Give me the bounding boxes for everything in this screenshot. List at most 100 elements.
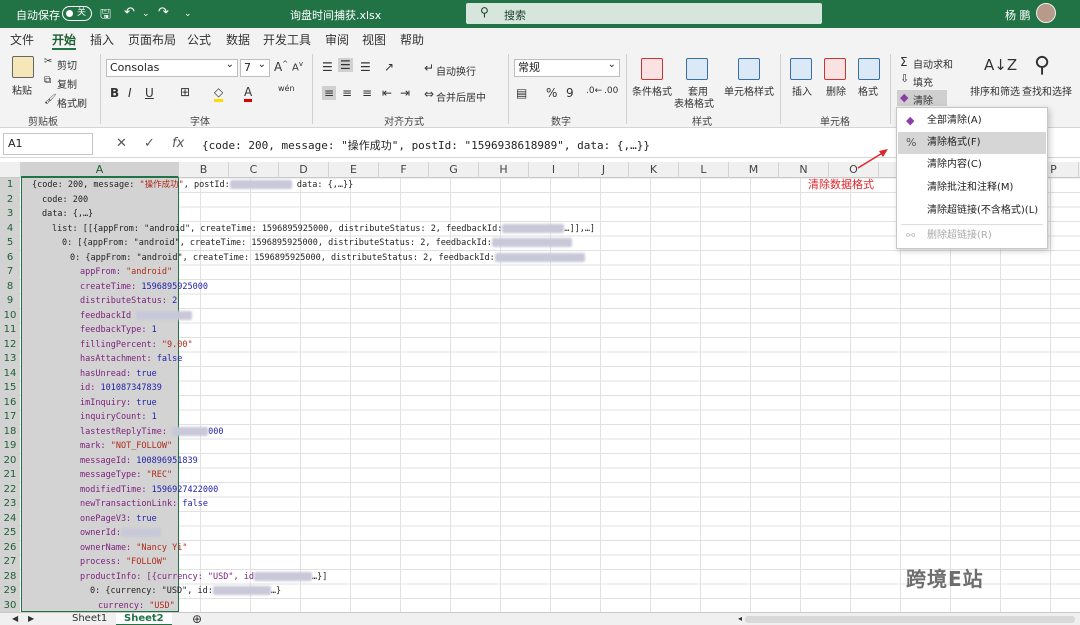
format-cells-icon[interactable] [858, 58, 880, 80]
row-header[interactable]: 4 [0, 221, 20, 236]
undo-dropdown-icon[interactable]: ⌄ [142, 9, 150, 19]
cell-A15[interactable]: id: 101087347839 [80, 381, 162, 395]
autosave-toggle[interactable]: 关 [62, 6, 92, 21]
tab-home[interactable]: 开始 [52, 31, 77, 51]
find-icon[interactable]: ⚲ [1034, 53, 1050, 78]
scroll-right-icon[interactable]: ▶ [20, 613, 42, 625]
format-painter-button[interactable]: 格式刷 [57, 95, 87, 110]
clear-button[interactable]: 清除 [913, 92, 933, 107]
font-size-select[interactable]: 7 [240, 57, 270, 77]
row-header[interactable]: 28 [0, 569, 20, 584]
align-right-icon[interactable]: ≡ [362, 86, 372, 100]
delete-cells-icon[interactable] [824, 58, 846, 80]
column-header-L[interactable]: L [679, 162, 729, 178]
menu-item-clear-all[interactable]: ◆ 全部清除(A) [898, 110, 1046, 132]
formula-input[interactable]: {code: 200, message: "操作成功", postId: "15… [202, 137, 650, 153]
delete-cells-button[interactable]: 删除 [826, 83, 846, 98]
cell-A14[interactable]: hasUnread: true [80, 367, 157, 381]
column-header-H[interactable]: H [479, 162, 529, 178]
cell-A17[interactable]: inquiryCount: 1 [80, 410, 157, 424]
tab-page-layout[interactable]: 页面布局 [128, 31, 176, 48]
undo-icon[interactable]: ↶ [124, 5, 135, 20]
row-header[interactable]: 15 [0, 381, 20, 396]
merge-center-icon[interactable]: ⇔ [424, 87, 434, 101]
tab-file[interactable]: 文件 [10, 31, 34, 48]
user-name[interactable]: 杨 鹏 [1005, 7, 1031, 23]
wrap-text-icon[interactable]: ↵ [424, 61, 434, 75]
row-header[interactable]: 10 [0, 308, 20, 323]
row-header[interactable]: 9 [0, 294, 20, 309]
row-header[interactable]: 13 [0, 352, 20, 367]
cell-A29[interactable]: 0: {currency: "USD", id:…} [90, 584, 281, 598]
underline-icon[interactable]: U [145, 86, 154, 100]
row-header[interactable]: 2 [0, 192, 20, 207]
menu-item-clear-contents[interactable]: 清除内容(C) [898, 154, 1046, 176]
sheet-tab-sheet2[interactable]: Sheet2 [116, 613, 172, 625]
row-header[interactable]: 11 [0, 323, 20, 338]
format-painter-icon[interactable]: 🖌 [44, 94, 57, 105]
find-select-button[interactable]: 查找和选择 [1022, 83, 1072, 98]
fill-color-icon[interactable]: ◇ [214, 85, 224, 102]
tab-insert[interactable]: 插入 [90, 31, 114, 48]
merge-center-button[interactable]: 合并后居中 [436, 89, 486, 104]
phonetic-icon[interactable]: wén [278, 84, 295, 93]
number-format-select[interactable]: 常规 [514, 57, 620, 77]
cell-A24[interactable]: onePageV3: true [80, 512, 157, 526]
cell-A7[interactable]: appFrom: "android" [80, 265, 172, 279]
row-header[interactable]: 3 [0, 207, 20, 222]
row-header[interactable]: 20 [0, 453, 20, 468]
bold-icon[interactable]: B [110, 86, 119, 100]
column-header-C[interactable]: C [229, 162, 279, 178]
cell-A20[interactable]: messageId: 100896951839 [80, 454, 198, 468]
tab-help[interactable]: 帮助 [400, 31, 424, 48]
increase-decimal-icon[interactable]: .0← [586, 86, 602, 96]
align-top-icon[interactable]: ☰ [322, 60, 333, 74]
cell-A8[interactable]: createTime: 1596895925000 [80, 280, 208, 294]
select-all-corner[interactable] [0, 162, 21, 178]
row-header[interactable]: 1 [0, 178, 20, 193]
row-header[interactable]: 27 [0, 555, 20, 570]
table-format-icon[interactable] [686, 58, 708, 80]
row-header[interactable]: 6 [0, 250, 20, 265]
row-header[interactable]: 19 [0, 439, 20, 454]
paste-icon[interactable] [12, 56, 34, 78]
redo-icon[interactable]: ↷ [158, 5, 169, 20]
column-header-K[interactable]: K [629, 162, 679, 178]
borders-icon[interactable]: ⊞ [180, 85, 190, 99]
cell-A1[interactable]: {code: 200, message: "操作成功", postId: dat… [32, 178, 353, 192]
sort-filter-icon[interactable]: A↓Z [984, 56, 1017, 74]
fill-button[interactable]: 填充 [913, 74, 933, 89]
cell-A21[interactable]: messageType: "REC" [80, 468, 172, 482]
align-middle-icon[interactable]: ☰ [338, 58, 353, 72]
cell-A16[interactable]: imInquiry: true [80, 396, 157, 410]
font-color-icon[interactable]: A [244, 85, 253, 102]
decrease-decimal-icon[interactable]: .00 [604, 86, 618, 96]
avatar[interactable] [1036, 3, 1056, 23]
decrease-indent-icon[interactable]: ⇤ [382, 86, 392, 100]
cancel-icon[interactable]: ✕ [116, 136, 127, 151]
eraser-icon[interactable]: ◆ [900, 91, 908, 104]
paste-button[interactable]: 粘贴 [12, 82, 32, 97]
cell-A6[interactable]: 0: {appFrom: "android", createTime: 1596… [70, 251, 585, 265]
cell-A18[interactable]: lastestReplyTime: 000 [80, 425, 223, 439]
cell-A25[interactable]: ownerId: [80, 526, 161, 540]
customize-toolbar-icon[interactable]: ⌄ [184, 9, 192, 19]
cell-A22[interactable]: modifiedTime: 1596927422000 [80, 483, 218, 497]
tab-formulas[interactable]: 公式 [187, 31, 211, 48]
tab-view[interactable]: 视图 [362, 31, 386, 48]
conditional-format-icon[interactable] [641, 58, 663, 80]
tab-developer[interactable]: 开发工具 [263, 31, 311, 48]
column-header-F[interactable]: F [379, 162, 429, 178]
row-header[interactable]: 14 [0, 366, 20, 381]
cell-A27[interactable]: process: "FOLLOW" [80, 555, 167, 569]
align-bottom-icon[interactable]: ☰ [360, 60, 371, 74]
menu-item-clear-formats[interactable]: % 清除格式(F) [898, 132, 1046, 154]
insert-function-icon[interactable]: fx [172, 136, 184, 151]
cell-A9[interactable]: distributeStatus: 2 [80, 294, 177, 308]
cell-A26[interactable]: ownerName: "Nancy Yi" [80, 541, 187, 555]
cell-A13[interactable]: hasAttachment: false [80, 352, 182, 366]
row-header[interactable]: 21 [0, 468, 20, 483]
name-box[interactable]: A1 [3, 133, 93, 155]
format-cells-button[interactable]: 格式 [858, 83, 878, 98]
table-format-button-line2[interactable]: 表格格式 [674, 95, 714, 110]
